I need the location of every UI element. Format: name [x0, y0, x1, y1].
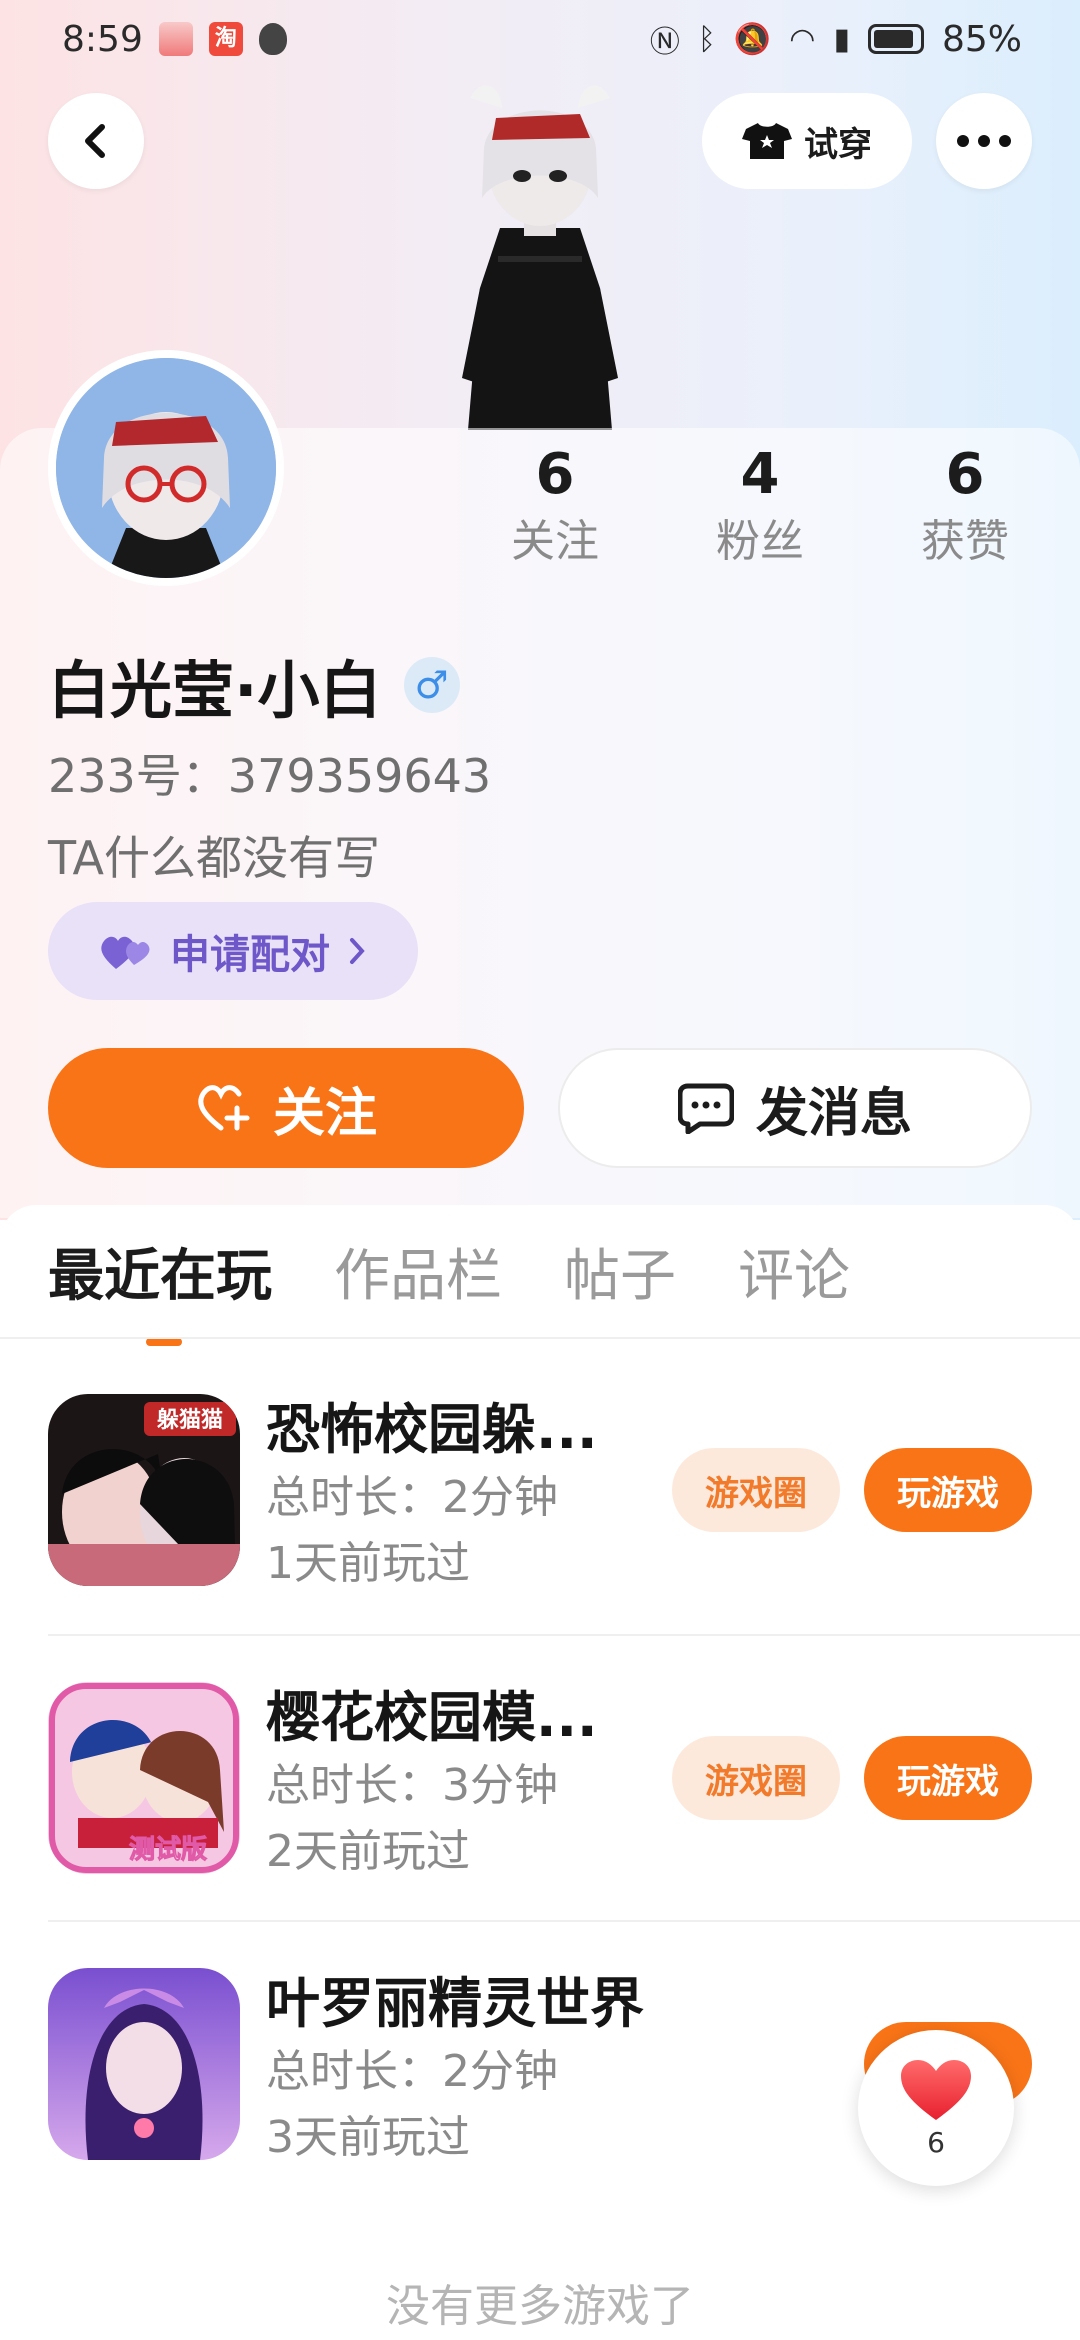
game-icon-badge: 躲猫猫: [157, 1407, 223, 1433]
request-pair-button[interactable]: 申请配对: [48, 902, 418, 1000]
game-title: 恐怖校园躲...: [266, 1398, 598, 1461]
game-icon-badge: 测试版: [129, 1835, 207, 1865]
game-icon-yeloli[interactable]: [48, 1968, 240, 2160]
like-count: 6: [927, 2125, 945, 2159]
follow-button[interactable]: 关注: [48, 1048, 524, 1168]
game-icon-sakura-school[interactable]: 测试版: [48, 1682, 240, 1874]
stat-value: 6: [535, 442, 575, 507]
stat-likes[interactable]: 6 获赞: [890, 440, 1040, 574]
tab-posts[interactable]: 帖子: [564, 1231, 676, 1312]
avatar-portrait: [56, 358, 276, 578]
profile-tabs: 最近在玩 作品栏 帖子 评论: [48, 1205, 850, 1346]
battery-percent: 85%: [941, 18, 1022, 60]
nfc-icon: Ⓝ: [649, 25, 680, 60]
game-last-played: 2天前玩过: [266, 1826, 470, 1877]
game-row[interactable]: 躲猫猫 恐怖校园躲... 总时长：2分钟 1天前玩过 游戏圈 玩游戏: [48, 1394, 1032, 1680]
stat-followers[interactable]: 4 粉丝: [685, 440, 835, 574]
chat-bubble-icon: [677, 1083, 734, 1134]
play-game-button[interactable]: 玩游戏: [864, 1736, 1032, 1820]
heart-plus-icon: [198, 1085, 250, 1131]
user-bio: TA什么都没有写: [48, 831, 380, 885]
user-name: 白光莹·小白: [48, 654, 382, 727]
game-circle-button[interactable]: 游戏圈: [672, 1736, 840, 1820]
back-button[interactable]: [48, 93, 144, 189]
shirt-icon: [742, 123, 792, 159]
try-on-label: 试穿: [804, 124, 872, 165]
sim-alert-icon: ▮: [833, 21, 850, 57]
follow-label: 关注: [272, 1083, 377, 1144]
stat-value: 4: [740, 442, 780, 507]
like-floating-button[interactable]: 6: [858, 2030, 1014, 2186]
more-button[interactable]: [936, 93, 1032, 189]
status-bar: 8:59 淘 Ⓝ ᛒ 🔕 ◠ ▮ 85%: [0, 0, 1080, 78]
stat-value: 6: [945, 442, 985, 507]
request-pair-label: 申请配对: [170, 932, 330, 978]
row-divider: [48, 1634, 1080, 1636]
shield-notification-icon: [258, 23, 287, 55]
no-more-games-note: 没有更多游戏了: [386, 2281, 694, 2332]
stat-label: 关注: [511, 516, 599, 567]
game-icon-art: 躲猫猫: [48, 1394, 240, 1586]
bluetooth-icon: ᛒ: [697, 21, 716, 57]
play-game-button[interactable]: 玩游戏: [864, 1448, 1032, 1532]
try-on-button[interactable]: 试穿: [702, 93, 912, 189]
game-title: 叶罗丽精灵世界: [266, 1972, 644, 2035]
tab-comments[interactable]: 评论: [738, 1231, 850, 1312]
game-duration: 总时长：2分钟: [266, 1472, 558, 1523]
tab-works[interactable]: 作品栏: [334, 1231, 502, 1312]
send-message-button[interactable]: 发消息: [558, 1048, 1032, 1168]
heart-icon: [901, 2059, 971, 2120]
row-divider: [48, 1920, 1080, 1922]
mute-bell-icon: 🔕: [733, 21, 772, 57]
battery-icon: [867, 24, 924, 54]
avatar[interactable]: [48, 350, 284, 586]
more-dots-icon: [957, 135, 1011, 147]
game-icon-art: [48, 1968, 240, 2160]
game-circle-button[interactable]: 游戏圈: [672, 1448, 840, 1532]
male-gender-icon: ♂: [403, 657, 460, 713]
chevron-left-icon: [85, 124, 105, 158]
tab-recently-played[interactable]: 最近在玩: [48, 1231, 272, 1346]
notification-app-icon: [158, 22, 193, 56]
game-last-played: 3天前玩过: [266, 2112, 470, 2163]
stat-label: 获赞: [921, 516, 1009, 567]
double-heart-icon: [101, 936, 150, 969]
chevron-right-icon: [350, 938, 365, 964]
game-icon-art: 测试版: [48, 1682, 240, 1874]
profile-stats: 6 关注 4 粉丝 6 获赞: [480, 440, 1040, 574]
user-id: 233号：379359643: [48, 749, 492, 803]
status-time: 8:59: [62, 18, 143, 60]
game-last-played: 1天前玩过: [266, 1538, 470, 1589]
taobao-notification-icon: 淘: [208, 22, 243, 56]
game-row[interactable]: 测试版 樱花校园模... 总时长：3分钟 2天前玩过 游戏圈 玩游戏: [48, 1682, 1032, 1968]
game-icon-horror-school[interactable]: 躲猫猫: [48, 1394, 240, 1586]
name-row: 白光莹·小白 ♂: [48, 640, 460, 730]
game-duration: 总时长：2分钟: [266, 2046, 558, 2097]
character-avatar-figure: [462, 85, 618, 430]
game-duration: 总时长：3分钟: [266, 1760, 558, 1811]
wifi-icon: ◠: [789, 21, 816, 57]
tabs-divider: [0, 1337, 1080, 1339]
stat-label: 粉丝: [716, 516, 804, 567]
game-title: 樱花校园模...: [266, 1686, 598, 1749]
send-message-label: 发消息: [755, 1083, 912, 1144]
stat-following[interactable]: 6 关注: [480, 440, 630, 574]
